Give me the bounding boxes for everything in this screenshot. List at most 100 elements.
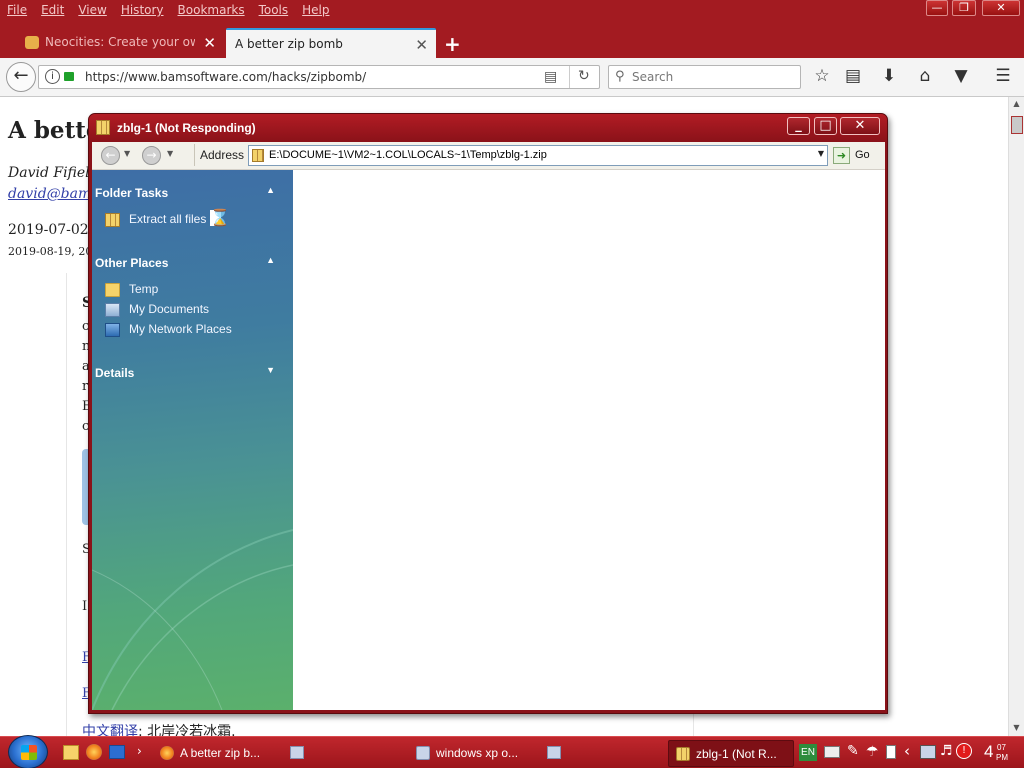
taskpane-swoosh: [92, 529, 293, 710]
clock-minute: 07: [997, 743, 1006, 752]
taskbar-firefox[interactable]: A better zip b...: [160, 740, 282, 767]
address-field[interactable]: E:\DOCUME~1\VM2~1.COL\LOCALS~1\Temp\zblg…: [248, 145, 828, 166]
close-tab-icon[interactable]: ✕: [203, 34, 216, 52]
back-arrow-icon[interactable]: ←: [6, 62, 36, 92]
go-arrow-icon[interactable]: ➜: [833, 147, 850, 164]
volume-icon[interactable]: ♬: [940, 743, 953, 759]
url-bar[interactable]: i https://www.bamsoftware.com/hacks/zipb…: [38, 65, 600, 89]
info-icon[interactable]: i: [45, 69, 60, 84]
home-icon[interactable]: ⌂: [914, 66, 936, 86]
zip-folder-icon: [105, 213, 120, 227]
explorer-quicklaunch-icon[interactable]: [63, 745, 79, 760]
scroll-down-icon[interactable]: ▼: [1011, 723, 1022, 734]
pocket-icon[interactable]: ▼: [950, 66, 972, 86]
author-email-link[interactable]: david@bam: [8, 186, 91, 202]
extract-all-files-link[interactable]: Extract all files: [129, 212, 206, 226]
back-dropdown-icon[interactable]: ▼: [124, 149, 130, 158]
my-documents-icon: [105, 303, 120, 317]
clock-hour: 4: [984, 742, 994, 761]
forward-icon[interactable]: →: [142, 146, 161, 165]
scroll-up-icon[interactable]: ▲: [1011, 99, 1022, 110]
file-list-area[interactable]: [293, 170, 885, 710]
author: David Fifield: [8, 165, 99, 181]
menu-edit[interactable]: Edit: [34, 0, 71, 22]
new-tab-icon[interactable]: +: [444, 32, 461, 56]
network-tray-icon[interactable]: ☂: [866, 744, 879, 760]
reload-icon[interactable]: ↻: [578, 68, 590, 84]
tab-neocities[interactable]: Neocities: Create your own fr... ✕: [20, 28, 224, 58]
other-places-header[interactable]: Other Places ▲: [92, 252, 293, 274]
page-scrollbar[interactable]: ▲ ▼: [1008, 97, 1024, 736]
page-text-line: I: [82, 599, 88, 614]
expand-icon[interactable]: ▼: [266, 365, 275, 375]
download-icon[interactable]: ⬇: [878, 66, 900, 86]
firefox-icon: [160, 746, 174, 760]
window-icon[interactable]: [547, 746, 561, 759]
monitor-tray-icon[interactable]: [920, 745, 936, 759]
close-button[interactable]: ✕: [840, 117, 880, 135]
folder-tasks-header[interactable]: Folder Tasks ▲: [92, 182, 293, 204]
keyboard-icon[interactable]: [824, 746, 840, 758]
collapse-icon[interactable]: ▲: [266, 255, 275, 265]
close-tab-icon[interactable]: ✕: [415, 36, 428, 54]
publish-date: 2019-07-02: [8, 222, 89, 238]
search-placeholder: Search: [632, 70, 674, 84]
menu-file[interactable]: File: [0, 0, 34, 22]
star-icon[interactable]: ☆: [811, 66, 833, 86]
library-icon[interactable]: ▤: [842, 66, 864, 86]
explorer-titlebar[interactable]: zblg-1 (Not Responding) _ □ ✕: [89, 114, 887, 142]
window-icon: [416, 746, 430, 760]
browser-restore-button[interactable]: ❐: [952, 0, 976, 16]
taskbar-vm[interactable]: windows xp o...: [416, 740, 541, 767]
explorer-window[interactable]: zblg-1 (Not Responding) _ □ ✕ ← ▼ → ▼ Ad…: [88, 113, 888, 714]
tray-expand-icon[interactable]: ‹: [904, 742, 910, 760]
menu-help[interactable]: Help: [295, 0, 336, 22]
my-network-places-link[interactable]: My Network Places: [129, 322, 232, 336]
firefox-quicklaunch-icon[interactable]: [86, 744, 102, 760]
hamburger-menu-icon[interactable]: ☰: [992, 66, 1014, 86]
maximize-button[interactable]: □: [814, 117, 837, 135]
desktop-quicklaunch-icon[interactable]: [109, 745, 125, 759]
details-header[interactable]: Details ▼: [92, 362, 293, 384]
taskbar-explorer[interactable]: zblg-1 (Not R...: [668, 740, 794, 767]
zip-folder-icon: [676, 747, 690, 761]
reader-view-icon[interactable]: ▤: [544, 69, 557, 85]
menu-history[interactable]: History: [114, 0, 171, 22]
clock-ampm: PM: [996, 753, 1008, 762]
quicklaunch-chevron-icon[interactable]: ›: [137, 744, 142, 758]
other-places-title: Other Places: [95, 256, 169, 270]
url-text[interactable]: https://www.bamsoftware.com/hacks/zipbom…: [85, 70, 366, 84]
start-button[interactable]: [8, 735, 48, 768]
address-value[interactable]: E:\DOCUME~1\VM2~1.COL\LOCALS~1\Temp\zblg…: [269, 149, 547, 161]
go-button[interactable]: Go: [855, 149, 870, 161]
menu-tools[interactable]: Tools: [252, 0, 296, 22]
pen-icon[interactable]: ✎: [847, 743, 859, 759]
details-title: Details: [95, 366, 135, 380]
browser-close-button[interactable]: ✕: [982, 0, 1020, 16]
task-pane: Folder Tasks ▲ Extract all files ⌛ Other…: [92, 170, 293, 710]
my-documents-link[interactable]: My Documents: [129, 302, 209, 316]
explorer-address-toolbar: ← ▼ → ▼ Address E:\DOCUME~1\VM2~1.COL\LO…: [92, 142, 885, 170]
menu-bar: File Edit View History Bookmarks Tools H…: [0, 0, 337, 22]
language-indicator[interactable]: EN: [799, 744, 817, 761]
minimize-button[interactable]: _: [787, 117, 810, 135]
scroll-thumb[interactable]: [1011, 116, 1023, 134]
menu-bookmarks[interactable]: Bookmarks: [171, 0, 252, 22]
temp-link[interactable]: Temp: [129, 282, 158, 296]
device-tray-icon[interactable]: [886, 745, 896, 759]
tab-zipbomb[interactable]: A better zip bomb ✕: [226, 28, 436, 58]
toolbar-separator: [194, 144, 195, 166]
taskbar: › A better zip b... windows xp o... zblg…: [0, 735, 1024, 768]
collapse-icon[interactable]: ▲: [266, 185, 275, 195]
security-alert-icon[interactable]: !: [956, 743, 972, 759]
tab-label: Neocities: Create your own fr...: [45, 35, 195, 49]
back-icon[interactable]: ←: [101, 146, 120, 165]
updated-dates: 2019-08-19, 201: [8, 245, 100, 258]
search-input[interactable]: ⚲ Search: [608, 65, 801, 89]
address-dropdown-icon[interactable]: ▼: [818, 149, 824, 158]
browser-minimize-button[interactable]: —: [926, 0, 948, 16]
forward-dropdown-icon[interactable]: ▼: [167, 149, 173, 158]
window-icon[interactable]: [290, 746, 304, 759]
menu-view[interactable]: View: [71, 0, 113, 22]
browser-titlebar: File Edit View History Bookmarks Tools H…: [0, 0, 1024, 58]
